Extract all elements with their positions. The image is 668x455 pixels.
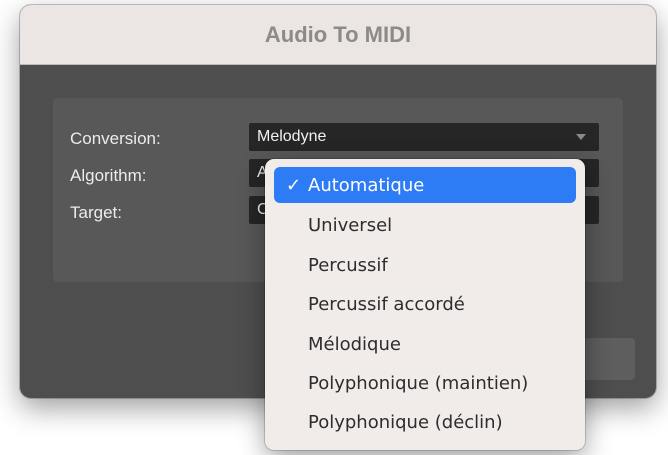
titlebar: Audio To MIDI — [20, 5, 656, 65]
menu-item-label: Percussif accordé — [308, 294, 465, 315]
menu-item-polyphonique-declin[interactable]: Polyphonique (déclin) — [274, 404, 576, 440]
menu-item-label: Polyphonique (maintien) — [308, 373, 529, 394]
menu-item-percussif[interactable]: Percussif — [274, 247, 576, 283]
menu-item-melodique[interactable]: Mélodique — [274, 326, 576, 362]
menu-item-polyphonique-maintien[interactable]: Polyphonique (maintien) — [274, 365, 576, 401]
target-label: Target: — [70, 203, 122, 222]
menu-item-percussif-accorde[interactable]: Percussif accordé — [274, 286, 576, 322]
algorithm-dropdown-menu: ✓ Automatique Universel Percussif Percus… — [265, 159, 585, 450]
dialog-title: Audio To MIDI — [264, 22, 412, 47]
algorithm-label: Algorithm: — [70, 166, 147, 185]
menu-item-label: Mélodique — [308, 334, 401, 355]
chevron-down-icon — [576, 134, 586, 140]
menu-item-label: Automatique — [308, 175, 425, 196]
menu-item-label: Universel — [308, 215, 393, 236]
menu-item-automatique[interactable]: ✓ Automatique — [274, 167, 576, 203]
menu-item-label: Percussif — [308, 255, 388, 276]
conversion-label: Conversion: — [70, 129, 161, 148]
conversion-select[interactable]: Melodyne — [249, 123, 599, 151]
checkmark-icon: ✓ — [286, 175, 302, 196]
menu-item-label: Polyphonique (déclin) — [308, 412, 503, 433]
conversion-value: Melodyne — [257, 128, 327, 145]
menu-item-universel[interactable]: Universel — [274, 207, 576, 243]
